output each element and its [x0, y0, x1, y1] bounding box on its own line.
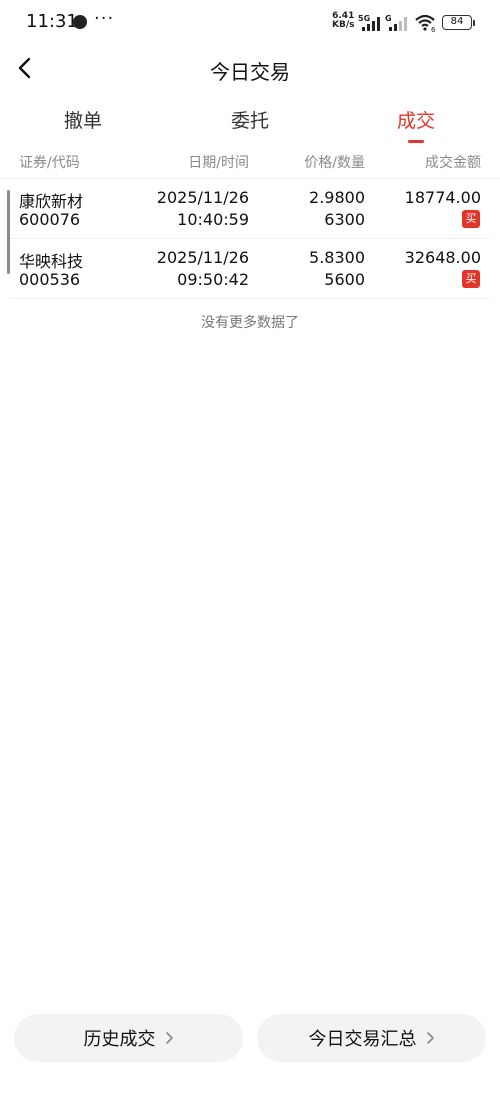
signal-g-icon: G — [385, 14, 407, 31]
column-amount: 成交金额 — [425, 155, 481, 171]
trade-time: 09:50:42 — [177, 270, 249, 289]
tab-bar: 撤单 委托 成交 — [0, 100, 500, 146]
column-price-qty: 价格/数量 — [304, 155, 365, 171]
page-title: 今日交易 — [210, 60, 290, 84]
chevron-right-icon — [426, 1032, 434, 1044]
trade-price: 5.8300 — [309, 248, 365, 267]
trade-row[interactable]: 华映科技 000536 2025/11/26 09:50:42 5.8300 5… — [0, 239, 500, 299]
stock-name: 华映科技 — [19, 252, 84, 271]
buy-badge: 买 — [462, 270, 480, 288]
no-more-data-text: 没有更多数据了 — [201, 315, 299, 331]
stock-code: 600076 — [19, 210, 81, 229]
active-tab-indicator — [408, 140, 424, 143]
history-trades-button[interactable]: 历史成交 — [14, 1014, 243, 1062]
column-datetime: 日期/时间 — [188, 155, 249, 171]
trade-quantity: 5600 — [324, 270, 365, 289]
signal-5g-icon: 5G — [358, 14, 380, 31]
network-speed: 6.41 KB/s — [332, 12, 354, 30]
today-summary-button[interactable]: 今日交易汇总 — [257, 1014, 486, 1062]
nav-bar: 今日交易 — [0, 46, 500, 92]
trade-amount: 32648.00 — [404, 248, 481, 267]
status-time: 11:31 — [26, 11, 78, 32]
wifi-sub-label: 6 — [431, 26, 436, 33]
status-bar: 11:31 ··· 6.41 KB/s 5G G 6 84 — [0, 0, 500, 46]
tab-filled[interactable]: 成交 — [356, 106, 476, 133]
network-speed-unit: KB/s — [332, 20, 355, 30]
trade-amount: 18774.00 — [404, 188, 481, 207]
trade-row[interactable]: 康欣新材 600076 2025/11/26 10:40:59 2.9800 6… — [0, 179, 500, 239]
trade-date: 2025/11/26 — [156, 248, 249, 267]
battery-tip — [473, 20, 475, 26]
trade-time: 10:40:59 — [177, 210, 249, 229]
battery-icon: 84 — [442, 15, 472, 30]
buy-badge: 买 — [462, 210, 480, 228]
stock-name: 康欣新材 — [19, 192, 84, 211]
tab-entrust[interactable]: 委托 — [190, 106, 310, 133]
network-5g-label: 5G — [358, 14, 370, 23]
more-notifications-icon: ··· — [94, 8, 115, 29]
trade-quantity: 6300 — [324, 210, 365, 229]
wifi-icon: 6 — [415, 14, 436, 33]
trade-price: 2.9800 — [309, 188, 365, 207]
clock-icon — [73, 15, 87, 29]
stock-code: 000536 — [19, 270, 81, 289]
table-header: 证券/代码 日期/时间 价格/数量 成交金额 — [0, 150, 500, 178]
chevron-right-icon — [165, 1032, 173, 1044]
today-summary-label: 今日交易汇总 — [308, 1029, 417, 1050]
column-security: 证券/代码 — [19, 155, 80, 171]
row-divider — [10, 298, 490, 299]
history-trades-label: 历史成交 — [83, 1029, 156, 1050]
tab-cancel-order[interactable]: 撤单 — [23, 106, 143, 133]
network-g-label: G — [385, 14, 392, 23]
trade-date: 2025/11/26 — [156, 188, 249, 207]
